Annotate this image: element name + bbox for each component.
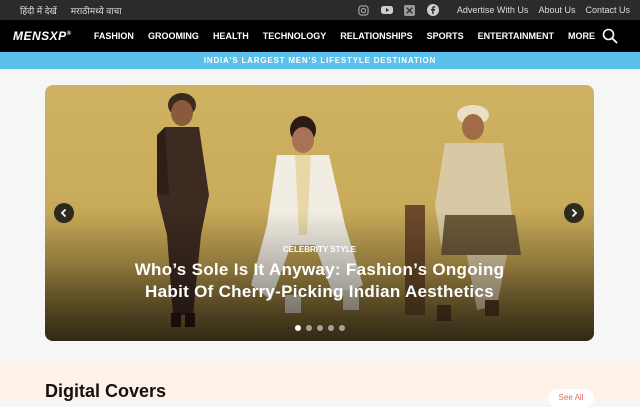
chevron-left-icon: [60, 208, 67, 218]
nav-grooming[interactable]: GROOMING: [141, 31, 206, 41]
language-links: हिंदी में देखें मराठीमध्ये वाचा: [0, 4, 122, 17]
nav-technology[interactable]: TECHNOLOGY: [256, 31, 334, 41]
carousel-dots: [45, 325, 594, 331]
nav-relationships[interactable]: RELATIONSHIPS: [333, 31, 419, 41]
logo-registered-mark: ®: [66, 31, 72, 37]
contact-link[interactable]: Contact Us: [585, 5, 630, 15]
search-icon[interactable]: [602, 28, 618, 44]
hindi-link[interactable]: हिंदी में देखें: [20, 4, 57, 17]
digital-covers-section: Digital Covers See All: [0, 362, 640, 407]
advertise-link[interactable]: Advertise With Us: [457, 5, 529, 15]
see-all-button[interactable]: See All: [548, 389, 594, 407]
section-heading: Digital Covers: [45, 381, 167, 401]
nav-health[interactable]: HEALTH: [206, 31, 256, 41]
article-title[interactable]: Who’s Sole Is It Anyway: Fashion’s Ongoi…: [85, 259, 554, 303]
main-nav: MENSXP® FASHION GROOMING HEALTH TECHNOLO…: [0, 20, 640, 52]
carousel-dot[interactable]: [305, 325, 312, 331]
carousel-dot[interactable]: [316, 325, 323, 331]
nav-more[interactable]: MORE: [561, 31, 602, 41]
nav-sports[interactable]: SPORTS: [420, 31, 471, 41]
carousel-dot[interactable]: [327, 325, 334, 331]
chevron-right-icon: [571, 208, 578, 218]
facebook-icon[interactable]: [426, 4, 439, 16]
youtube-icon[interactable]: [380, 4, 393, 16]
nav-entertainment[interactable]: ENTERTAINMENT: [471, 31, 561, 41]
site-logo[interactable]: MENSXP®: [0, 29, 87, 43]
marathi-link[interactable]: मराठीमध्ये वाचा: [71, 4, 122, 17]
hero-carousel[interactable]: CELEBRITY STYLE Who’s Sole Is It Anyway:…: [45, 85, 594, 341]
top-bar: हिंदी में देखें मराठीमध्ये वाचा Advertis…: [0, 0, 640, 20]
logo-text: MENSXP: [13, 29, 67, 43]
article-category[interactable]: CELEBRITY STYLE: [45, 245, 594, 254]
tagline-banner: INDIA'S LARGEST MEN'S LIFESTYLE DESTINAT…: [0, 52, 640, 69]
instagram-icon[interactable]: [358, 4, 370, 16]
carousel-dot[interactable]: [338, 325, 345, 331]
carousel-prev-button[interactable]: [54, 203, 74, 223]
article-title-line-1: Who’s Sole Is It Anyway: Fashion’s Ongoi…: [134, 260, 505, 279]
social-links: [358, 4, 439, 16]
about-link[interactable]: About Us: [538, 5, 575, 15]
nav-fashion[interactable]: FASHION: [87, 31, 141, 41]
carousel-next-button[interactable]: [564, 203, 584, 223]
article-title-line-2: Habit Of Cherry-Picking Indian Aesthetic…: [145, 282, 494, 301]
carousel-dot[interactable]: [294, 325, 301, 331]
x-icon[interactable]: [404, 4, 416, 16]
